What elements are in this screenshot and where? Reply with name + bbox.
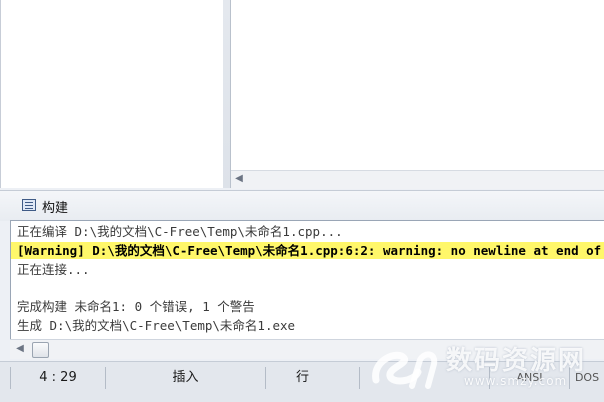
status-blank-cell — [360, 367, 490, 389]
scroll-left-icon[interactable]: ◀ — [14, 343, 26, 355]
editor-pane[interactable] — [231, 0, 604, 170]
output-line: 正在连接... — [17, 262, 90, 277]
build-output-area[interactable]: 正在编译 D:\我的文档\C-Free\Temp\未命名1.cpp... [Wa… — [10, 220, 604, 339]
ide-window: ◀ 构建 正在编译 D:\我的文档\C-Free\Temp\未命名1.cpp..… — [0, 0, 604, 402]
scroll-left-icon[interactable]: ◀ — [233, 173, 245, 185]
build-output-icon — [22, 199, 36, 211]
scrollbar-thumb[interactable] — [32, 342, 49, 358]
insert-mode-indicator: 插入 — [106, 367, 266, 389]
output-line: 正在编译 D:\我的文档\C-Free\Temp\未命名1.cpp... — [17, 224, 343, 239]
cursor-position: 4 : 29 — [10, 367, 106, 389]
encoding-indicator: ANSI — [490, 367, 570, 389]
output-line-warning: [Warning] D:\我的文档\C-Free\Temp\未命名1.cpp:6… — [11, 242, 604, 259]
project-tree-pane[interactable] — [0, 0, 224, 188]
build-panel-title: 构建 — [42, 201, 69, 216]
output-line: 完成构建 未命名1: 0 个错误, 1 个警告 — [17, 299, 255, 314]
line-label: 行 — [266, 367, 360, 389]
line-ending-indicator: DOS — [574, 371, 600, 384]
output-horizontal-scrollbar[interactable]: ◀ — [10, 339, 604, 359]
output-line: 生成 D:\我的文档\C-Free\Temp\未命名1.exe — [17, 318, 296, 333]
pane-splitter[interactable] — [223, 0, 231, 188]
build-panel-header: 构建 — [0, 190, 604, 221]
editor-horizontal-scrollbar[interactable]: ◀ — [231, 170, 604, 189]
status-bar: 4 : 29 插入 行 ANSI DOS — [0, 361, 604, 402]
